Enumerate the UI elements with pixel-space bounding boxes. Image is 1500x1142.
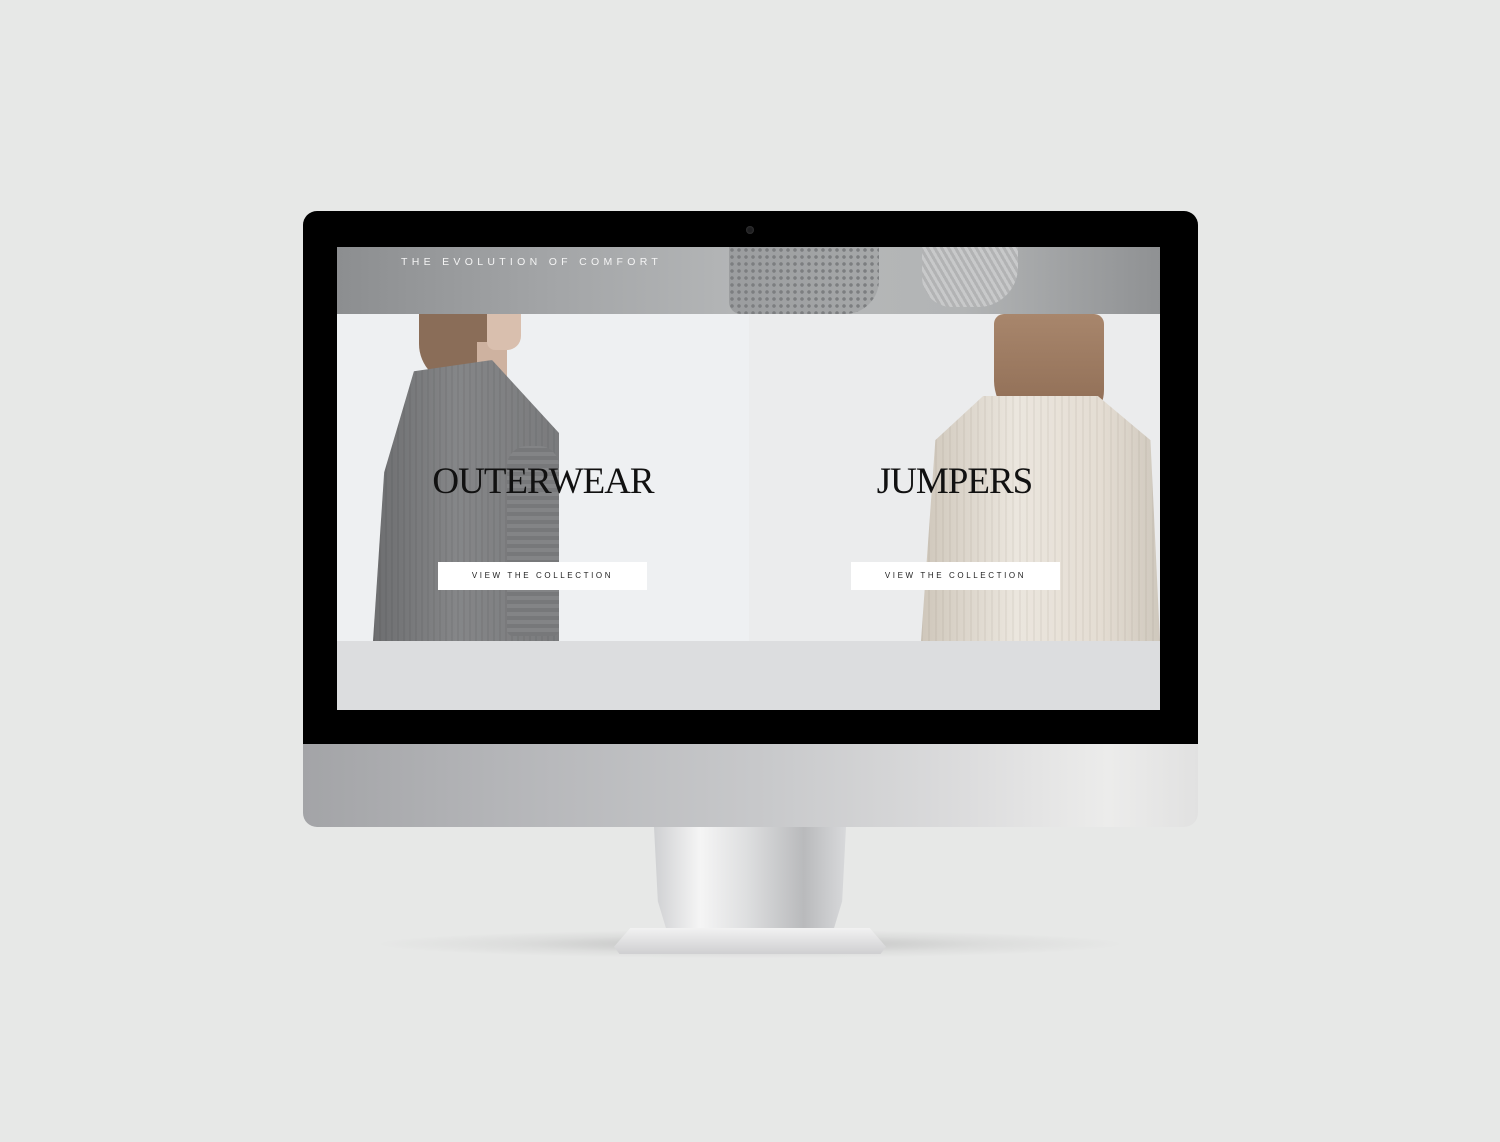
model-face-image — [487, 314, 521, 350]
collection-panel-jumpers[interactable]: JUMPERS VIEW THE COLLECTION — [749, 314, 1160, 641]
monitor-mockup: THE EVOLUTION OF COMFORT OUTERWEAR VIEW … — [0, 0, 1500, 1142]
collection-panel-outerwear[interactable]: OUTERWEAR VIEW THE COLLECTION — [337, 314, 749, 641]
view-collection-button[interactable]: VIEW THE COLLECTION — [851, 562, 1060, 590]
hero-banner: THE EVOLUTION OF COMFORT — [337, 247, 1160, 314]
hero-tagline: THE EVOLUTION OF COMFORT — [401, 256, 663, 268]
monitor-stand-neck — [654, 827, 846, 933]
website-screen: THE EVOLUTION OF COMFORT OUTERWEAR VIEW … — [337, 247, 1160, 710]
camera-icon — [746, 226, 754, 234]
view-collection-button[interactable]: VIEW THE COLLECTION — [438, 562, 647, 590]
monitor-stand-base — [614, 928, 886, 954]
collection-title: OUTERWEAR — [432, 461, 654, 502]
monitor-chin — [303, 744, 1198, 827]
hero-knit-image — [729, 247, 879, 314]
hero-sleeve-image — [922, 247, 1018, 307]
collection-title: JUMPERS — [876, 461, 1033, 502]
cream-turtleneck-image — [921, 396, 1160, 641]
